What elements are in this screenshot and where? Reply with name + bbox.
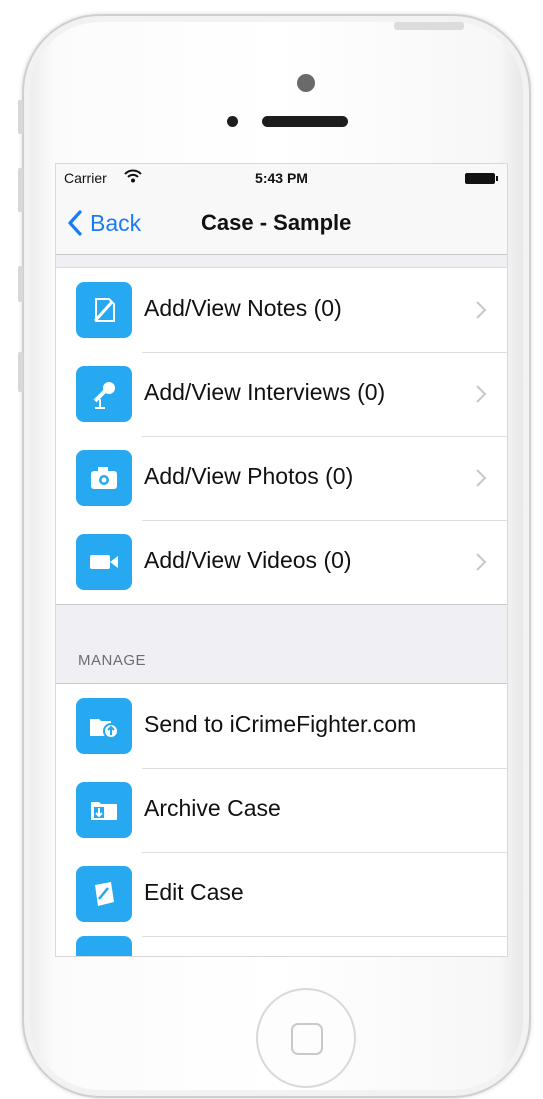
microphone-icon [76, 366, 132, 422]
partial-row-icon [76, 936, 132, 956]
manage-list: Send to iCrimeFighter.com Archive Case E… [56, 683, 507, 956]
archive-row[interactable]: Archive Case [56, 768, 507, 852]
chevron-right-icon [476, 385, 487, 403]
home-button-square-icon [291, 1023, 323, 1055]
back-label: Back [90, 209, 142, 236]
edit-folder-icon [76, 866, 132, 922]
partial-row[interactable] [56, 936, 507, 956]
edit-label: Edit Case [144, 879, 244, 905]
video-camera-icon [76, 534, 132, 590]
chevron-right-icon [476, 469, 487, 487]
archive-box-icon [76, 782, 132, 838]
mute-switch [18, 100, 23, 134]
note-icon [76, 282, 132, 338]
home-button[interactable] [256, 988, 356, 1088]
interviews-row[interactable]: Add/View Interviews (0) [56, 352, 507, 436]
notes-row[interactable]: Add/View Notes (0) [56, 268, 507, 352]
videos-label: Add/View Videos (0) [144, 547, 352, 573]
chevron-right-icon [476, 301, 487, 319]
battery-icon [465, 173, 498, 184]
notes-label: Add/View Notes (0) [144, 295, 342, 321]
volume-down-button [18, 266, 23, 302]
back-button[interactable]: Back [66, 207, 141, 239]
side-button [18, 352, 23, 392]
power-button [394, 22, 464, 30]
archive-label: Archive Case [144, 795, 281, 821]
navigation-bar: Back Case - Sample [56, 192, 507, 255]
app-screen: Carrier 5:43 PM Back Case - Sample Add/V… [55, 163, 508, 957]
case-items-list: Add/View Notes (0) Add/View Interviews (… [56, 267, 507, 605]
edit-row[interactable]: Edit Case [56, 852, 507, 936]
proximity-sensor [227, 116, 238, 127]
page-title: Case - Sample [201, 210, 352, 235]
chevron-right-icon [476, 553, 487, 571]
send-label: Send to iCrimeFighter.com [144, 711, 417, 737]
photos-label: Add/View Photos (0) [144, 463, 354, 489]
chevron-left-icon [68, 210, 82, 236]
interviews-label: Add/View Interviews (0) [144, 379, 386, 405]
earpiece-speaker [262, 116, 348, 127]
camera-icon [76, 450, 132, 506]
send-row[interactable]: Send to iCrimeFighter.com [56, 684, 507, 768]
videos-row[interactable]: Add/View Videos (0) [56, 520, 507, 604]
front-camera [297, 74, 315, 92]
photos-row[interactable]: Add/View Photos (0) [56, 436, 507, 520]
folder-upload-icon [76, 698, 132, 754]
status-time: 5:43 PM [255, 170, 308, 186]
volume-up-button [18, 168, 23, 212]
manage-section-header: MANAGE [78, 652, 147, 669]
status-bar: Carrier 5:43 PM [56, 164, 507, 192]
